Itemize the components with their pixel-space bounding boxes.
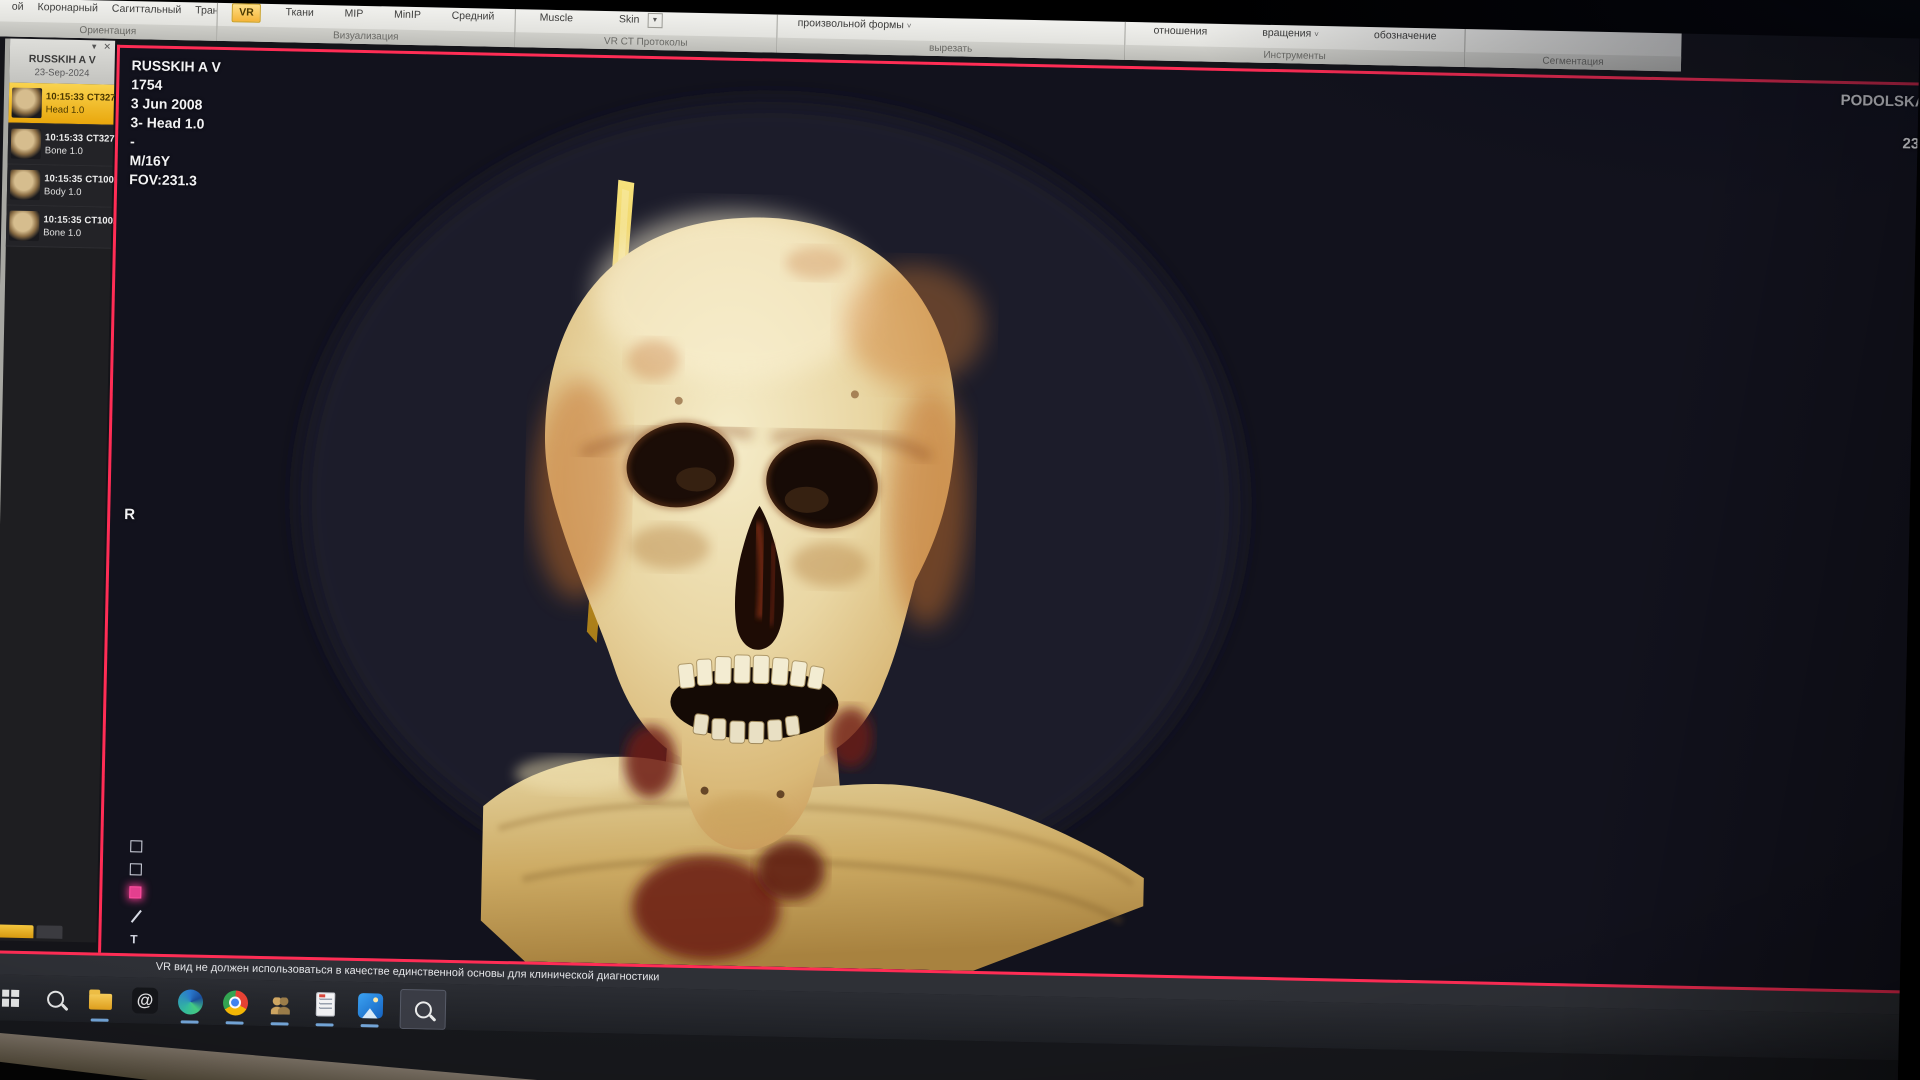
rotation-button[interactable]: вращения˅ — [1256, 25, 1325, 43]
annotation-button[interactable]: обозначение — [1368, 27, 1443, 46]
series-item-bone-327[interactable]: 10:15:33CT 327 Bone 1.0 — [8, 124, 114, 167]
series-name: Bone 1.0 — [45, 145, 110, 157]
ellipse-tool-icon[interactable] — [129, 863, 141, 875]
series-item-bone-1002[interactable]: 10:15:35CT 1002 Bone 1.0 — [6, 206, 112, 249]
overlay-dash: - — [130, 132, 220, 153]
series-item-head[interactable]: 10:15:33CT 327 Head 1.0 — [8, 83, 114, 126]
institution-overlay-top-right: PODOLSKAY T 23 S 1 — [1839, 90, 1919, 176]
overlay-patient-id: 1754 — [131, 75, 221, 96]
tissue-mode-button[interactable]: Ткани — [279, 4, 320, 22]
windows-start-icon[interactable] — [0, 982, 25, 1013]
skull-3d-render — [101, 48, 1919, 990]
orientation-marker-right: R — [124, 506, 135, 523]
series-item-body[interactable]: 10:15:35CT 1002 Body 1.0 — [7, 165, 113, 208]
series-name: Body 1.0 — [44, 186, 109, 198]
muscle-protocol-button[interactable]: Muscle — [534, 10, 580, 28]
panel-tab-active[interactable] — [0, 924, 34, 938]
chevron-down-icon: ˅ — [907, 21, 912, 30]
overlay-physician: PODOLSKAY — [1840, 90, 1918, 113]
pin-icon[interactable]: ▾ — [92, 42, 97, 51]
series-image-count: 327 — [99, 133, 115, 144]
series-thumbnail — [12, 88, 43, 119]
people-icon[interactable] — [265, 988, 296, 1019]
photos-app-icon[interactable] — [355, 990, 386, 1021]
skin-dropdown-icon[interactable]: ▾ — [647, 13, 662, 28]
series-thumbnail — [10, 170, 41, 201]
series-browser-panel: ▾ ✕ RUSSKIH A V 23-Sep-2024 10:15:33CT 3… — [0, 38, 115, 942]
series-time: 10:15:33 — [46, 91, 84, 103]
series-modality: CT — [86, 133, 99, 144]
ct-workstation-screen: ой Коронарный Сагиттальный Транспонирова… — [0, 0, 1920, 1080]
close-icon[interactable]: ✕ — [103, 43, 111, 52]
overlay-fov: FOV:231.3 — [129, 170, 219, 191]
series-panel-header: ▾ ✕ RUSSKIH A V 23-Sep-2024 — [9, 39, 115, 85]
ribbon-group-vr-ct-protocols: Muscle Skin ▾ VR CT Протоколы — [515, 9, 778, 52]
overlay-patient-name: RUSSKIH A V — [131, 56, 221, 77]
patient-overlay-top-left: RUSSKIH A V 1754 3 Jun 2008 3- Head 1.0 … — [129, 56, 221, 191]
rotation-label: вращения — [1262, 27, 1311, 40]
ribbon-group-label-orientation: Ориентация — [0, 21, 216, 41]
ribbon-group-visualization: VR Ткани MIP MinIP Средний Визуализация — [217, 3, 516, 47]
photo-of-monitor: ой Коронарный Сагиттальный Транспонирова… — [0, 0, 1920, 1080]
panel-tab-inactive[interactable] — [36, 925, 62, 939]
annotation-tool-strip: T — [127, 840, 142, 945]
series-time: 10:15:33 — [45, 132, 83, 144]
rectangle-tool-icon[interactable] — [130, 840, 142, 852]
mip-mode-button[interactable]: MIP — [338, 5, 369, 23]
line-tool-icon[interactable] — [128, 909, 141, 922]
freeform-cut-button[interactable]: произвольной формы˅ — [791, 15, 917, 35]
overlay-date-clipped: 23 S — [1840, 132, 1919, 155]
edge-icon[interactable] — [175, 986, 206, 1017]
series-name: Bone 1.0 — [43, 227, 108, 239]
overlay-clipped-line: T — [1840, 111, 1919, 134]
series-image-count: 327 — [100, 92, 116, 103]
ribbon-group-orientation: ой Коронарный Сагиттальный Транспонирова… — [0, 0, 218, 41]
text-tool-icon[interactable]: T — [130, 933, 138, 945]
patient-name: RUSSKIH A V — [14, 53, 111, 67]
ribbon-group-cut: произвольной формы˅ вырезать — [777, 15, 1126, 60]
overlay-birth-date: 3 Jun 2008 — [131, 94, 221, 115]
relations-button[interactable]: отношения — [1147, 22, 1213, 40]
series-thumbnail — [11, 129, 42, 160]
ribbon-group-label-segmentation: Сегментация — [1465, 52, 1681, 72]
ribbon-group-tools: отношения вращения˅ обозначение Инструме… — [1125, 22, 1466, 67]
search-panel-icon[interactable] — [400, 991, 447, 1022]
series-thumbnail — [9, 211, 40, 242]
minip-mode-button[interactable]: MinIP — [388, 6, 427, 24]
series-time: 10:15:35 — [44, 173, 82, 185]
vr-mode-button[interactable]: VR — [232, 3, 261, 23]
freeform-cut-label: произвольной формы — [798, 17, 904, 31]
document-app-icon[interactable] — [310, 989, 341, 1020]
skin-protocol-button[interactable]: Skin ▾ — [613, 11, 669, 29]
sagittal-button[interactable]: Сагиттальный — [106, 1, 188, 20]
series-modality: CT — [84, 215, 97, 226]
file-explorer-icon[interactable] — [85, 984, 116, 1015]
series-name: Head 1.0 — [46, 104, 111, 116]
average-mode-button[interactable]: Средний — [445, 8, 500, 26]
series-modality: CT — [85, 174, 98, 185]
series-time: 10:15:35 — [43, 214, 81, 226]
orientation-button-fragment[interactable]: ой — [6, 0, 30, 16]
overlay-time-clipped: 1 — [1839, 153, 1919, 176]
circle-a-app-icon[interactable] — [130, 985, 161, 1016]
search-icon[interactable] — [40, 983, 71, 1014]
coronal-button[interactable]: Коронарный — [31, 0, 104, 17]
chevron-down-icon: ˅ — [1314, 30, 1319, 39]
overlay-series-name: 3- Head 1.0 — [130, 113, 220, 134]
vr-3d-viewport[interactable]: RUSSKIH A V 1754 3 Jun 2008 3- Head 1.0 … — [98, 45, 1919, 991]
skin-protocol-label: Skin — [619, 12, 640, 27]
ribbon-group-segmentation: Сегментация — [1465, 29, 1682, 72]
panel-bottom-tabs — [0, 921, 97, 942]
overlay-sex-age: M/16Y — [129, 151, 219, 172]
chrome-icon[interactable] — [220, 987, 251, 1018]
study-date: 23-Sep-2024 — [13, 67, 110, 80]
transpose-button[interactable]: Транспонирование — [189, 2, 217, 21]
series-modality: CT — [87, 92, 100, 103]
active-marker-tool-icon[interactable] — [129, 886, 141, 898]
